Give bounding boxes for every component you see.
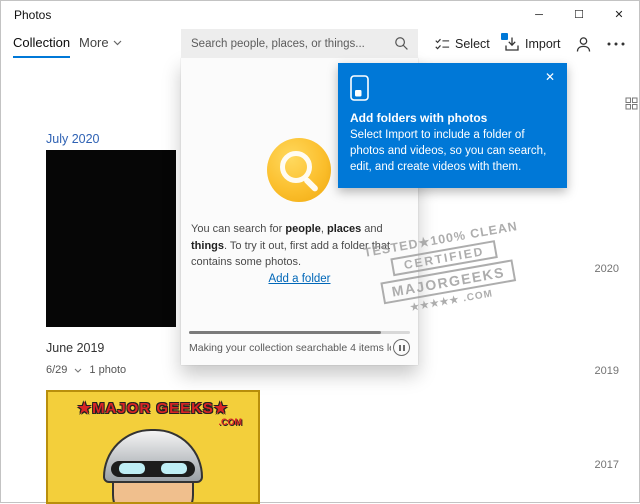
tip-title: Add folders with photos bbox=[350, 111, 488, 125]
folder-photos-icon bbox=[350, 75, 369, 101]
window-title: Photos bbox=[14, 8, 52, 22]
chevron-down-icon bbox=[113, 40, 122, 46]
indexing-progress-fill bbox=[189, 331, 382, 334]
promo-text-part: You can search for bbox=[191, 223, 286, 235]
tab-collection-label: Collection bbox=[13, 35, 71, 50]
select-button[interactable]: Select bbox=[434, 29, 490, 58]
goggle-lens bbox=[119, 463, 145, 474]
import-button[interactable]: Import bbox=[501, 29, 561, 58]
ellipsis-icon bbox=[607, 42, 625, 46]
indexing-status-row: Making your collection searchable 4 item… bbox=[189, 339, 410, 356]
title-bar: Photos ─ ☐ ✕ bbox=[1, 1, 639, 29]
majorgeeks-com-label: .COM bbox=[218, 417, 243, 427]
maximize-button[interactable]: ☐ bbox=[559, 1, 599, 29]
tab-collection[interactable]: Collection bbox=[13, 32, 71, 58]
search-promo-icon bbox=[267, 138, 331, 202]
add-a-folder-link[interactable]: Add a folder bbox=[181, 273, 418, 285]
person-icon bbox=[576, 36, 590, 52]
close-button[interactable]: ✕ bbox=[599, 1, 639, 29]
magnifier-handle-icon bbox=[302, 176, 320, 193]
select-button-label: Select bbox=[455, 36, 490, 51]
grid-icon bbox=[625, 97, 638, 110]
group-date-label: 6/29 bbox=[46, 364, 68, 376]
pause-indexing-button[interactable] bbox=[393, 339, 410, 356]
search-input[interactable] bbox=[181, 37, 394, 50]
promo-keyword-things: things bbox=[191, 239, 224, 252]
photo-thumbnail-majorgeeks[interactable]: ★MAJOR GEEKS★ .COM bbox=[46, 390, 260, 504]
majorgeeks-logo-text: ★MAJOR GEEKS★ bbox=[48, 399, 258, 417]
cartoon-helmet bbox=[103, 429, 203, 483]
minimize-button[interactable]: ─ bbox=[519, 1, 559, 29]
goggle-lens bbox=[161, 463, 187, 474]
photos-app-window: Photos ─ ☐ ✕ Collection More Search peop… bbox=[0, 0, 640, 504]
indexing-status-text: Making your collection searchable 4 item… bbox=[189, 341, 391, 354]
caption-buttons: ─ ☐ ✕ bbox=[519, 1, 639, 29]
photo-thumbnail-dark[interactable] bbox=[46, 150, 176, 327]
pause-icon bbox=[398, 344, 401, 351]
search-promo-text: You can search for people, places and th… bbox=[191, 221, 411, 271]
tab-more-label: More bbox=[79, 35, 109, 50]
month-header-july-2020[interactable]: July 2020 bbox=[46, 132, 100, 146]
indexing-progress-bar bbox=[189, 331, 410, 334]
tip-body: Select Import to include a folder of pho… bbox=[350, 129, 547, 174]
zoom-grid-button[interactable] bbox=[625, 97, 638, 110]
star-glyph: ★ bbox=[213, 400, 229, 417]
import-button-label: Import bbox=[525, 36, 561, 51]
account-button[interactable] bbox=[573, 35, 593, 53]
import-badge bbox=[501, 32, 508, 40]
timeline-year-2019[interactable]: 2019 bbox=[595, 365, 619, 377]
june-group-meta[interactable]: 6/29 1 photo bbox=[46, 364, 126, 376]
cartoon-goggles bbox=[111, 461, 195, 477]
promo-keyword-places: places bbox=[326, 223, 362, 235]
toolbar: Collection More Select bbox=[1, 29, 639, 59]
select-icon bbox=[435, 38, 450, 49]
promo-text-part: and bbox=[361, 223, 383, 235]
cartoon-face bbox=[112, 481, 194, 502]
month-header-june-2019[interactable]: June 2019 bbox=[46, 341, 104, 355]
tip-close-button[interactable]: ✕ bbox=[542, 70, 558, 84]
timeline-year-2017[interactable]: 2017 bbox=[595, 459, 619, 471]
majorgeeks-name: MAJOR GEEKS bbox=[92, 400, 214, 417]
tab-more[interactable]: More bbox=[79, 32, 122, 54]
import-teaching-tip: ✕ Add folders with photos Select Import … bbox=[338, 63, 567, 189]
promo-keyword-people: people bbox=[285, 223, 321, 235]
star-glyph: ★ bbox=[77, 400, 93, 417]
chevron-down-icon bbox=[75, 368, 82, 373]
search-box[interactable] bbox=[181, 29, 418, 58]
timeline-year-2020[interactable]: 2020 bbox=[595, 263, 619, 275]
pause-icon bbox=[402, 344, 405, 351]
search-icon[interactable] bbox=[394, 36, 409, 51]
group-photo-count: 1 photo bbox=[89, 364, 127, 376]
see-more-button[interactable] bbox=[606, 41, 626, 47]
